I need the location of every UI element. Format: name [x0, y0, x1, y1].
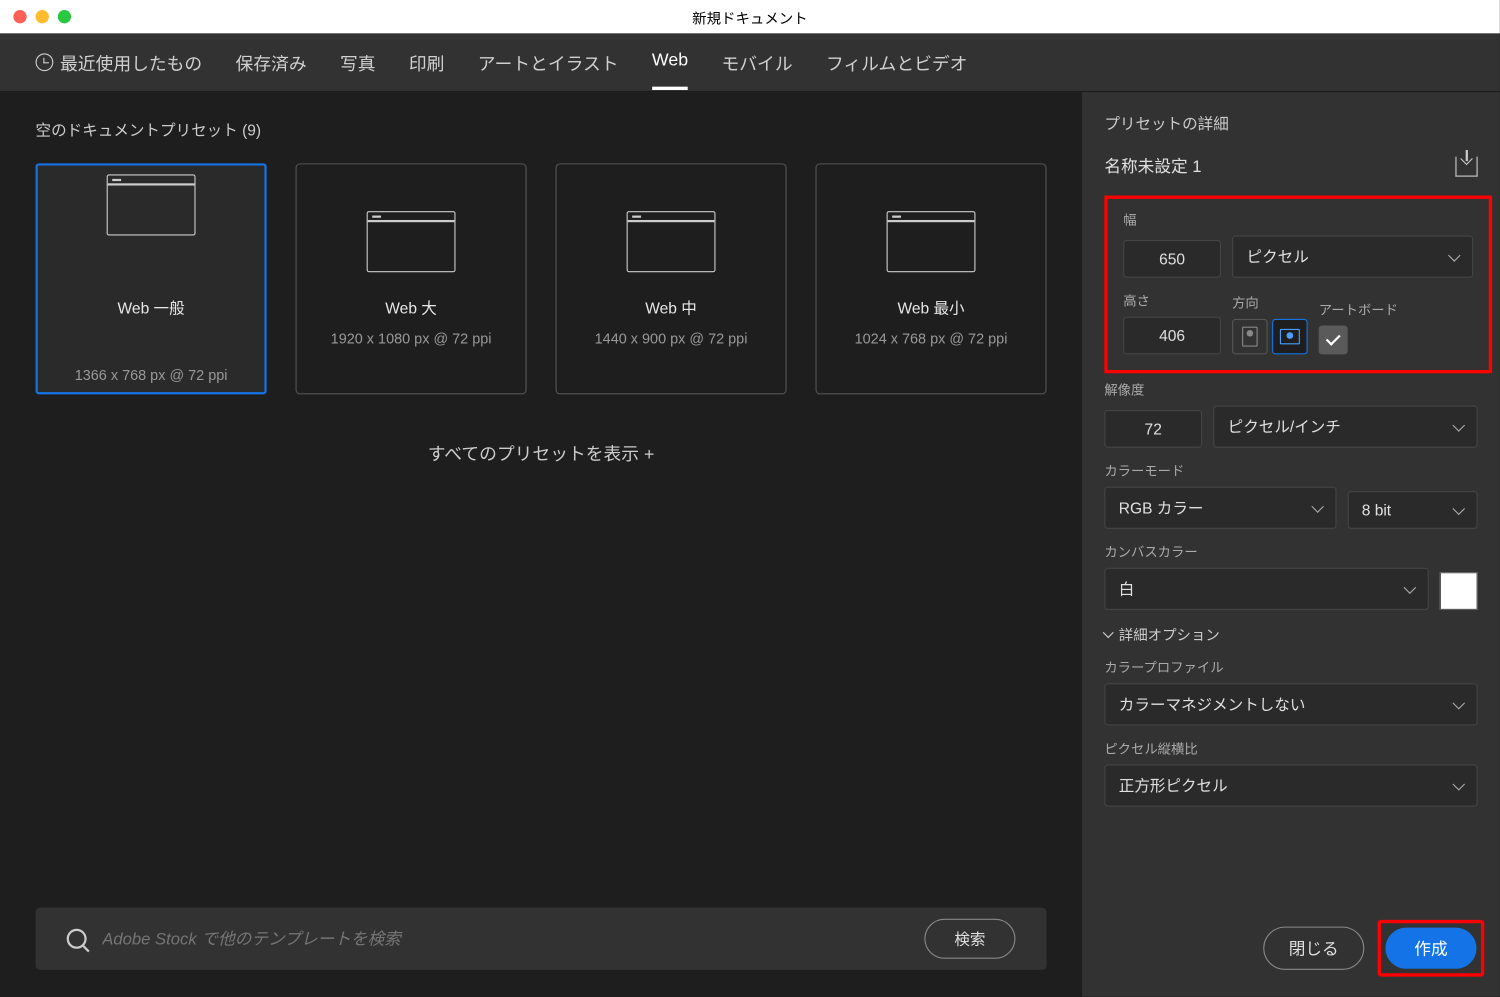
search-icon: [67, 929, 87, 949]
color-mode-select[interactable]: RGB カラー: [1104, 487, 1336, 529]
document-icon: [367, 211, 456, 272]
color-profile-select[interactable]: カラーマネジメントしない: [1104, 683, 1477, 725]
chevron-down-icon: [1103, 627, 1114, 638]
orientation-landscape[interactable]: [1272, 319, 1308, 355]
preset-web-medium[interactable]: Web 中 1440 x 900 px @ 72 ppi: [556, 163, 787, 394]
stock-search-button[interactable]: 検索: [924, 919, 1015, 959]
stock-search-bar: 検索: [36, 908, 1047, 970]
save-preset-icon[interactable]: [1455, 156, 1477, 176]
chevron-down-icon: [1452, 419, 1465, 432]
chevron-down-icon: [1452, 696, 1465, 709]
chevron-down-icon: [1452, 778, 1465, 791]
clock-icon: [36, 53, 54, 71]
unit-select[interactable]: ピクセル: [1232, 236, 1473, 278]
category-tabs: 最近使用したもの 保存済み 写真 印刷 アートとイラスト Web モバイル フィ…: [0, 33, 1500, 92]
chevron-down-icon: [1311, 500, 1324, 513]
bit-depth-select[interactable]: 8 bit: [1347, 491, 1477, 529]
tab-recent[interactable]: 最近使用したもの: [36, 49, 203, 91]
width-input[interactable]: [1123, 240, 1221, 278]
preset-web-common[interactable]: Web 一般 1366 x 768 px @ 72 ppi: [36, 163, 267, 394]
document-icon: [107, 174, 196, 235]
close-button[interactable]: 閉じる: [1263, 927, 1364, 970]
create-button[interactable]: 作成: [1385, 928, 1476, 969]
maximize-window-button[interactable]: [58, 10, 71, 23]
tab-saved[interactable]: 保存済み: [236, 49, 307, 91]
tab-art[interactable]: アートとイラスト: [478, 49, 619, 91]
document-icon: [627, 211, 716, 272]
close-window-button[interactable]: [13, 10, 26, 23]
create-button-highlight: 作成: [1378, 920, 1485, 977]
titlebar: 新規ドキュメント: [0, 0, 1500, 33]
tab-print[interactable]: 印刷: [409, 49, 445, 91]
pixel-aspect-select[interactable]: 正方形ピクセル: [1104, 764, 1477, 806]
stock-search-input[interactable]: [102, 929, 909, 948]
resolution-input[interactable]: [1104, 410, 1202, 448]
chevron-down-icon: [1452, 502, 1465, 515]
tab-film[interactable]: フィルムとビデオ: [826, 49, 968, 91]
chevron-down-icon: [1448, 249, 1461, 262]
chevron-down-icon: [1404, 581, 1417, 594]
tab-mobile[interactable]: モバイル: [721, 49, 792, 91]
tab-web[interactable]: Web: [652, 51, 688, 90]
preset-section-header: 空のドキュメントプリセット (9): [36, 119, 1047, 141]
orientation-portrait[interactable]: [1232, 319, 1268, 355]
canvas-color-select[interactable]: 白: [1104, 568, 1428, 610]
advanced-options-toggle[interactable]: 詳細オプション: [1104, 623, 1477, 644]
dimensions-highlight: 幅 ピクセル 高さ 方向 アートボード: [1104, 196, 1492, 374]
document-icon: [887, 211, 976, 272]
window-title: 新規ドキュメント: [692, 6, 808, 27]
artboard-checkbox[interactable]: [1319, 326, 1348, 355]
minimize-window-button[interactable]: [36, 10, 49, 23]
show-all-presets[interactable]: すべてのプリセットを表示 +: [36, 439, 1047, 466]
preset-web-large[interactable]: Web 大 1920 x 1080 px @ 72 ppi: [296, 163, 527, 394]
resolution-unit-select[interactable]: ピクセル/インチ: [1213, 406, 1477, 448]
preset-web-small[interactable]: Web 最小 1024 x 768 px @ 72 ppi: [815, 163, 1046, 394]
preset-detail-title: プリセットの詳細: [1104, 112, 1477, 134]
height-input[interactable]: [1123, 317, 1221, 355]
tab-photo[interactable]: 写真: [340, 49, 376, 91]
document-name[interactable]: 名称未設定 1: [1104, 154, 1201, 177]
canvas-color-swatch[interactable]: [1440, 572, 1478, 610]
